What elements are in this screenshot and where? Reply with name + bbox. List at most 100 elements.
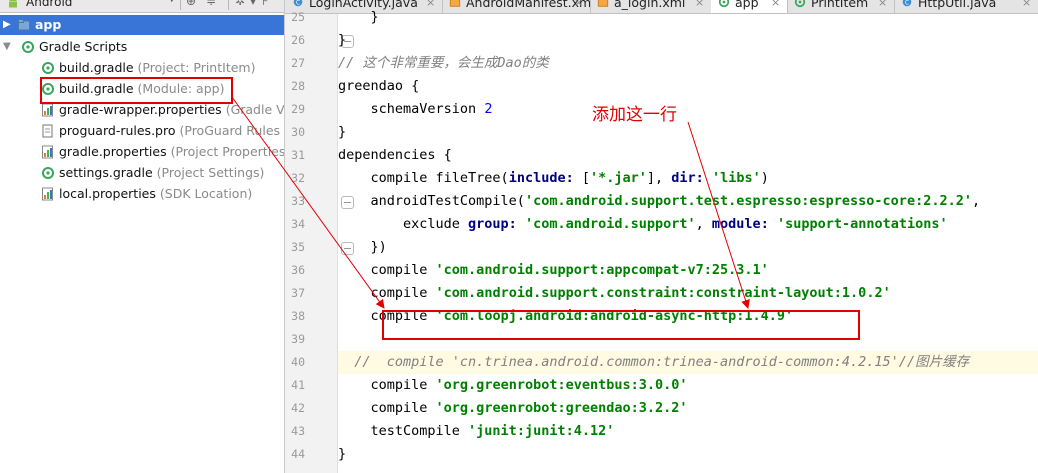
line-number: 38 — [291, 309, 305, 323]
code-line[interactable]: compile 'com.android.support:appcompat-v… — [338, 259, 1038, 282]
code-line[interactable]: }) — [338, 236, 1038, 259]
tree-item-description: (ProGuard Rules for app) — [179, 123, 285, 138]
line-number: 33 — [291, 194, 305, 208]
line-number: 32 — [291, 171, 305, 185]
settings-dropdown-icon[interactable]: ▾ — [250, 0, 256, 8]
code-line[interactable]: testCompile 'junit:junit:4.12' — [338, 420, 1038, 443]
code-token: } — [338, 124, 347, 140]
hide-pane-icon[interactable]: ⊦ — [262, 0, 268, 8]
code-token: androidTestCompile( — [338, 193, 525, 209]
tree-item-name: build.gradle — [59, 81, 134, 96]
code-line[interactable]: dependencies { — [338, 144, 1038, 167]
line-number: 31 — [291, 148, 305, 162]
code-token: dependencies { — [338, 147, 452, 163]
tree-item[interactable]: local.properties (SDK Location) — [0, 184, 284, 204]
tree-item[interactable]: build.gradle (Project: PrintItem) — [0, 58, 284, 78]
sync-icon[interactable]: ⊕ — [186, 0, 196, 8]
tree-item-name: gradle.properties — [59, 144, 167, 159]
line-number: 39 — [291, 332, 305, 346]
line-number-gutter: 25 26 27 28 29 30 31 32 33 34 35 36 37 38 39 40 41 42 43 44 — [285, 10, 354, 473]
code-token: 'libs' — [711, 170, 761, 186]
tree-item[interactable]: gradle-wrapper.properties(Gradle Version… — [0, 100, 284, 120]
tree-item-name: app — [35, 17, 62, 32]
code-line[interactable]: exclude group: 'com.android.support', mo… — [338, 213, 1038, 236]
folder-icon — [18, 19, 30, 31]
tree-item-name: local.properties — [59, 186, 156, 201]
line-number: 29 — [291, 102, 305, 116]
code-token: greendao { — [338, 78, 420, 94]
project-view-selector[interactable]: Android — [26, 0, 72, 9]
tree-item-description: (Module: app) — [137, 81, 225, 96]
code-line[interactable]: compile 'com.loopj.android:android-async… — [338, 305, 1038, 328]
tree-item[interactable]: gradle.properties (Project Properties) — [0, 142, 284, 162]
tree-item-label: Gradle Scripts — [39, 37, 127, 57]
code-token: 'org.greenrobot:eventbus:3.0.0' — [435, 377, 688, 393]
code-token: 'org.greenrobot:greendao:3.2.2' — [435, 400, 688, 416]
properties-icon — [42, 103, 53, 117]
code-token: 'com.android.support' — [524, 216, 696, 232]
code-token: ], — [646, 170, 672, 186]
annotation-text: 添加这一行 — [592, 105, 677, 125]
code-line[interactable]: compile 'org.greenrobot:eventbus:3.0.0' — [338, 374, 1038, 397]
code-line[interactable] — [338, 328, 1038, 351]
line-number: 34 — [291, 217, 305, 231]
properties-icon — [42, 145, 53, 159]
code-editor[interactable]: }} // 这个非常重要，会生成Dao的类 greendao { schemaVer… — [338, 9, 1038, 473]
tree-item[interactable]: ▶ app — [0, 15, 284, 35]
file-icon — [42, 124, 53, 138]
code-line[interactable]: } — [338, 121, 1038, 144]
gradle-icon — [42, 62, 54, 74]
collapse-arrow-icon[interactable]: ▶ — [3, 15, 11, 35]
line-number: 42 — [291, 401, 305, 415]
code-line[interactable]: } — [338, 6, 1038, 29]
tree-item-description: (Project: PrintItem) — [137, 60, 256, 75]
tree-item-label: build.gradle (Project: PrintItem) — [59, 58, 255, 78]
code-token: exclude — [338, 216, 469, 232]
code-token: dir: — [671, 170, 704, 186]
code-line[interactable]: greendao { — [338, 75, 1038, 98]
gear-icon[interactable]: ✲ — [235, 0, 245, 8]
code-token: , — [971, 193, 981, 209]
code-token: schemaVersion — [338, 101, 485, 117]
tree-item[interactable]: proguard-rules.pro(ProGuard Rules for ap… — [0, 121, 284, 141]
chevron-down-icon[interactable]: ▼ — [168, 0, 176, 4]
code-line[interactable]: androidTestCompile('com.android.support.… — [338, 190, 1038, 213]
collapse-icon[interactable]: ≑ — [206, 0, 216, 8]
code-line[interactable]: compile 'org.greenrobot:greendao:3.2.2' — [338, 397, 1038, 420]
tree-item[interactable]: settings.gradle (Project Settings) — [0, 163, 284, 183]
gradle-icon — [42, 83, 54, 95]
tree-item[interactable]: ▼ Gradle Scripts — [0, 37, 284, 57]
tree-item-label: settings.gradle (Project Settings) — [59, 163, 264, 183]
code-token: 2 — [484, 101, 493, 117]
tree-item-description: (Project Settings) — [156, 165, 265, 180]
code-token: 'junit:junit:4.12' — [468, 423, 615, 439]
project-pane: Android ▼ ⊕ ≑ ✲ ▾ ⊦ ▶ app ▼ Gradle Scripts b… — [0, 0, 285, 473]
expand-arrow-icon[interactable]: ▼ — [3, 37, 11, 57]
code-line[interactable]: // 这个非常重要，会生成Dao的类 — [338, 52, 1038, 75]
tree-item-name: gradle-wrapper.properties — [59, 102, 222, 117]
code-token: 'com.android.support:appcompat-v7:25.3.1… — [435, 262, 769, 278]
line-number: 25 — [291, 10, 305, 24]
code-line[interactable]: schemaVersion 2 — [338, 98, 1038, 121]
tree-item-name: build.gradle — [59, 60, 134, 75]
code-line[interactable]: } — [338, 443, 1038, 466]
android-icon — [9, 0, 17, 8]
line-number: 26 — [291, 33, 305, 47]
code-line[interactable]: // compile 'cn.trinea.android.common:tri… — [338, 351, 1038, 374]
code-token: // compile 'cn.trinea.android.common:tri… — [338, 354, 970, 370]
gradle-icon — [22, 41, 34, 53]
tree-item-name: settings.gradle — [59, 165, 153, 180]
tree-item-label: gradle.properties (Project Properties) — [59, 142, 284, 162]
line-number: 43 — [291, 424, 305, 438]
code-token: compile — [338, 400, 436, 416]
tree-item[interactable]: build.gradle (Module: app) — [0, 79, 284, 99]
code-token: compile — [338, 285, 436, 301]
code-line[interactable]: } — [338, 29, 1038, 52]
code-token: compile — [338, 262, 436, 278]
code-token: ) — [760, 170, 769, 186]
project-pane-header: Android ▼ ⊕ ≑ ✲ ▾ ⊦ — [0, 0, 284, 13]
code-line[interactable]: compile 'com.android.support.constraint:… — [338, 282, 1038, 305]
code-line[interactable]: compile fileTree(include: ['*.jar'], dir… — [338, 167, 1038, 190]
code-token: } — [338, 32, 347, 48]
